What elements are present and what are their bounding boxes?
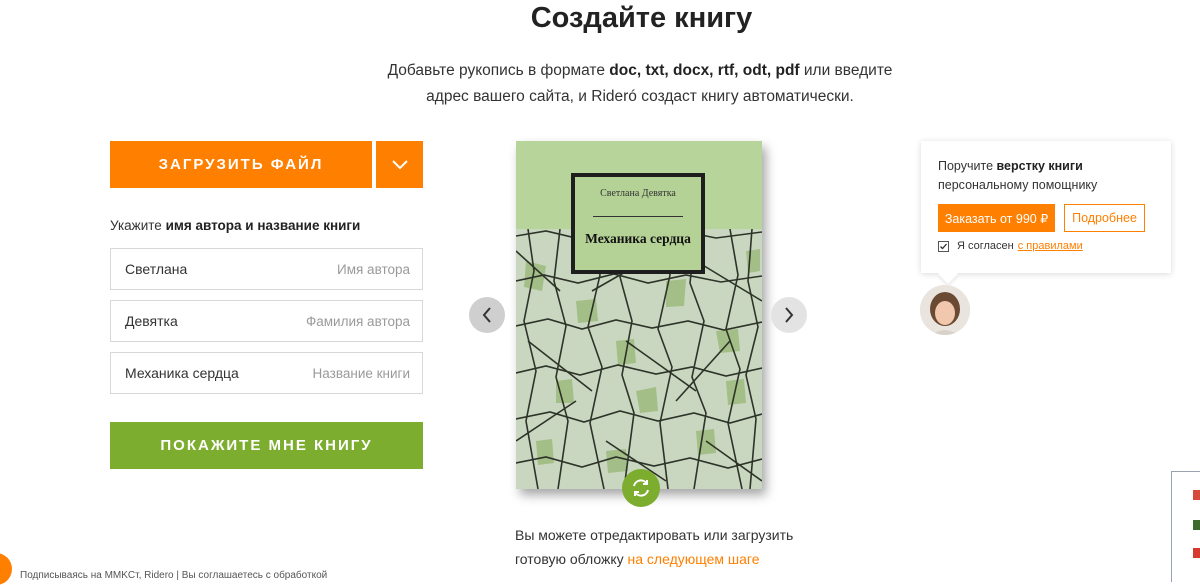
field-placeholder: Название книги <box>312 365 410 381</box>
promo-buttons: Заказать от 990 ₽ Подробнее <box>938 204 1155 232</box>
next-step-link[interactable]: на следующем шаге <box>628 551 760 567</box>
upload-file-button[interactable]: ЗАГРУЗИТЬ ФАЙЛ <box>110 141 372 188</box>
layout-service-promo: Поручите верстку книги персональному пом… <box>921 141 1171 284</box>
subtitle-formats: doc, txt, docx, rtf, odt, pdf <box>609 62 800 79</box>
chevron-down-icon <box>391 159 408 169</box>
show-book-button[interactable]: ПОКАЖИТЕ МНЕ КНИГУ <box>110 422 423 469</box>
author-first-name-field[interactable]: Светлана Имя автора <box>110 248 423 290</box>
field-value: Светлана <box>125 261 188 277</box>
chevron-right-icon <box>785 307 794 323</box>
assistant-photo <box>920 285 970 335</box>
page-subtitle: Добавьте рукопись в формате doc, txt, do… <box>380 58 900 110</box>
widget-icon[interactable] <box>1193 520 1200 530</box>
field-value: Девятка <box>125 313 178 329</box>
hint-prefix: Укажите <box>110 218 162 233</box>
book-cover-preview: Светлана Девятка Механика сердца <box>516 141 762 489</box>
prev-cover-button[interactable] <box>469 297 505 333</box>
upload-options-button[interactable] <box>376 141 423 188</box>
cover-title-plate: Светлана Девятка Механика сердца <box>571 173 705 274</box>
agree-checkbox[interactable] <box>938 240 949 252</box>
cover-author: Светлана Девятка <box>600 188 676 199</box>
promo-bold: верстку книги <box>996 159 1083 173</box>
rules-link[interactable]: с правилами <box>1018 240 1083 252</box>
promo-suffix: персональному помощнику <box>938 178 1098 192</box>
field-placeholder: Имя автора <box>337 261 410 277</box>
widget-icon[interactable] <box>1193 490 1200 500</box>
promo-text: Поручите верстку книги персональному пом… <box>938 157 1155 195</box>
more-details-button[interactable]: Подробнее <box>1064 204 1145 232</box>
field-placeholder: Фамилия автора <box>305 313 410 329</box>
widget-icon[interactable] <box>1193 548 1200 558</box>
assistant-avatar <box>920 285 970 335</box>
agree-row: Я согласен с правилами <box>938 240 1155 252</box>
author-last-name-field[interactable]: Девятка Фамилия автора <box>110 300 423 342</box>
cover-divider <box>593 216 683 217</box>
page-title: Создайте книгу <box>530 2 753 34</box>
promo-prefix: Поручите <box>938 159 994 173</box>
order-layout-button[interactable]: Заказать от 990 ₽ <box>938 204 1055 232</box>
chat-launcher[interactable] <box>0 553 12 585</box>
book-title-field[interactable]: Механика сердца Название книги <box>110 352 423 394</box>
side-widget <box>1171 471 1200 582</box>
subtitle-prefix: Добавьте рукопись в формате <box>387 62 605 79</box>
regenerate-cover-button[interactable] <box>622 469 660 507</box>
agree-text: Я согласен <box>957 240 1014 252</box>
hint-bold: имя автора и название книги <box>165 218 361 233</box>
refresh-icon <box>633 479 649 497</box>
chevron-left-icon <box>482 307 491 323</box>
checkbox-icon <box>940 243 947 249</box>
cover-edit-note: Вы можете отредактировать или загрузить … <box>515 523 815 571</box>
form-hint: Укажите имя автора и название книги <box>110 218 360 233</box>
promo-tail <box>938 264 958 284</box>
next-cover-button[interactable] <box>771 297 807 333</box>
field-value: Механика сердца <box>125 365 239 381</box>
cover-title: Механика сердца <box>585 231 691 246</box>
